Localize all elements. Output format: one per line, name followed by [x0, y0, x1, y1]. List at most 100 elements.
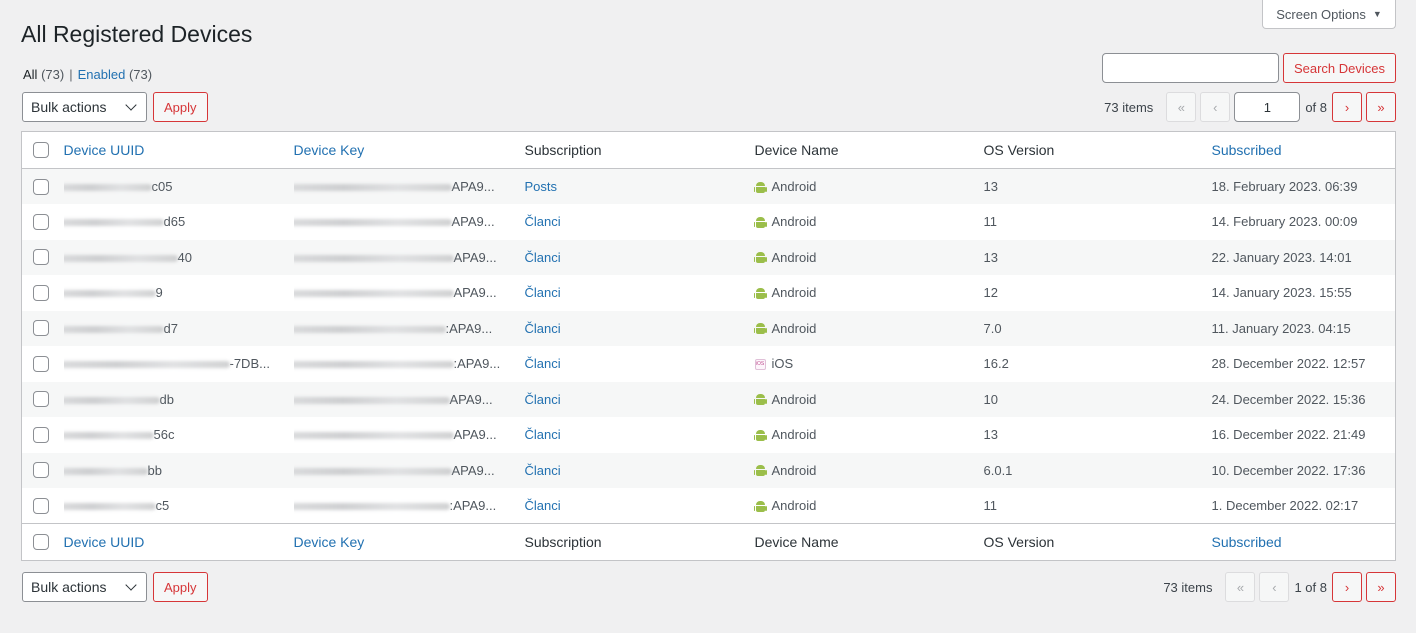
- row-checkbox[interactable]: [33, 426, 49, 443]
- view-enabled-link[interactable]: Enabled (73): [78, 67, 152, 82]
- subscribed-date: 10. December 2022. 17:36: [1211, 462, 1366, 478]
- device-uuid-cell: d65: [63, 204, 294, 240]
- last-page-button-bottom[interactable]: »: [1366, 572, 1396, 602]
- items-count: 73 items: [1104, 99, 1154, 115]
- current-page-input[interactable]: [1234, 92, 1301, 122]
- subscription-link[interactable]: Članci: [525, 498, 561, 513]
- footer-column-device-uuid[interactable]: Device UUID: [64, 534, 145, 550]
- subscription-link[interactable]: Posts: [525, 179, 558, 194]
- screen-options-label: Screen Options: [1276, 6, 1366, 22]
- subscription-link[interactable]: Članci: [525, 250, 561, 265]
- chevron-down-icon: [125, 579, 137, 591]
- column-device-key[interactable]: Device Key: [294, 142, 365, 158]
- view-enabled-label: Enabled: [77, 67, 126, 82]
- device-name-cell: Android: [753, 275, 984, 311]
- caret-down-icon: ▼: [1372, 9, 1382, 19]
- apply-button[interactable]: Apply: [153, 92, 208, 122]
- subscribed-date: 1. December 2022. 02:17: [1211, 498, 1359, 513]
- device-key-cell: :APA9...: [293, 311, 525, 347]
- view-all-link[interactable]: All (73): [23, 67, 64, 82]
- row-checkbox[interactable]: [33, 213, 49, 230]
- redacted-uuid: [63, 396, 160, 404]
- android-icon: [753, 287, 767, 300]
- subscription-link[interactable]: Članci: [525, 356, 561, 371]
- device-name-cell: Android: [753, 169, 984, 205]
- select-all-checkbox-footer[interactable]: [33, 534, 49, 550]
- table-row: bb APA9... Članci Android 6.0.1 10. Dece…: [21, 452, 1396, 489]
- search-devices-button[interactable]: Search Devices: [1282, 53, 1396, 83]
- device-key-cell: APA9...: [293, 169, 525, 205]
- subscription-link[interactable]: Članci: [525, 427, 561, 442]
- table-row: c05 APA9... Posts Android 13 18. Februar…: [21, 168, 1396, 205]
- last-page-button[interactable]: »: [1366, 92, 1396, 122]
- device-key-cell: APA9...: [293, 204, 525, 240]
- row-checkbox[interactable]: [33, 462, 49, 479]
- row-checkbox[interactable]: [33, 284, 49, 301]
- table-row: 56c APA9... Članci Android 13 16. Decemb…: [22, 417, 1396, 453]
- column-device-uuid[interactable]: Device UUID: [64, 142, 145, 158]
- pagination-top: 73 items « ‹ of 8 › »: [1104, 92, 1396, 122]
- redacted-uuid: [63, 467, 148, 475]
- row-checkbox[interactable]: [33, 391, 49, 408]
- android-icon: [753, 429, 767, 442]
- device-uuid-tail: 56c: [153, 427, 175, 443]
- subscription-link[interactable]: Članci: [525, 392, 561, 407]
- search-input[interactable]: [1101, 53, 1279, 83]
- view-filters: All (73) | Enabled (73): [23, 67, 152, 82]
- select-all-checkbox[interactable]: [33, 142, 49, 158]
- android-icon: [753, 181, 767, 194]
- os-version: 10: [983, 391, 998, 407]
- device-key-cell: APA9...: [293, 275, 525, 311]
- subscription-link[interactable]: Članci: [525, 463, 561, 478]
- subscription-link[interactable]: Članci: [525, 285, 561, 300]
- row-checkbox[interactable]: [33, 178, 49, 195]
- device-key-cell: :APA9...: [293, 346, 525, 382]
- device-key-cell: APA9...: [293, 382, 525, 418]
- footer-column-subscribed[interactable]: Subscribed: [1212, 534, 1282, 550]
- device-name: Android: [771, 462, 817, 478]
- pagination-bottom: 73 items « ‹ 1 of 8 › »: [1163, 572, 1396, 602]
- column-subscribed[interactable]: Subscribed: [1212, 142, 1282, 158]
- device-key-tail: APA9...: [451, 462, 495, 478]
- row-checkbox[interactable]: [33, 355, 49, 372]
- device-uuid-tail: 40: [177, 249, 192, 265]
- table-header-row: Device UUID Device Key Subscription Devi…: [21, 132, 1396, 169]
- column-os-version: OS Version: [983, 142, 1055, 158]
- subscription-link[interactable]: Članci: [525, 214, 561, 229]
- total-pages: of 8: [1305, 99, 1327, 115]
- table-footer-row: Device UUID Device Key Subscription Devi…: [21, 523, 1396, 561]
- subscription-link[interactable]: Članci: [525, 321, 561, 336]
- bulk-actions-select-bottom[interactable]: Bulk actions: [22, 572, 147, 602]
- screen-options-button[interactable]: Screen Options ▼: [1262, 0, 1396, 29]
- footer-column-device-key[interactable]: Device Key: [294, 534, 365, 550]
- next-page-button-bottom[interactable]: ›: [1332, 572, 1362, 602]
- device-name: Android: [771, 179, 817, 194]
- next-page-button[interactable]: ›: [1332, 92, 1362, 122]
- device-key-tail: :APA9...: [453, 356, 501, 372]
- bulk-actions-select[interactable]: Bulk actions: [22, 92, 147, 122]
- subscribed-date: 14. February 2023. 00:09: [1211, 214, 1358, 230]
- device-uuid-cell: -7DB...: [63, 346, 294, 382]
- device-name-cell: Android: [753, 240, 984, 276]
- redacted-uuid: [63, 325, 164, 333]
- redacted-key: [293, 254, 454, 262]
- first-page-button-bottom: «: [1225, 572, 1256, 602]
- page-indicator-bottom: 1 of 8: [1294, 579, 1327, 595]
- android-icon: [753, 216, 767, 229]
- device-uuid-tail: d7: [163, 320, 178, 336]
- row-checkbox[interactable]: [33, 320, 49, 337]
- device-key-tail: APA9...: [453, 249, 497, 265]
- view-all-label: All: [23, 67, 38, 82]
- row-checkbox[interactable]: [33, 497, 49, 514]
- subscribed-date: 24. December 2022. 15:36: [1211, 391, 1366, 407]
- subscribed-date: 11. January 2023. 04:15: [1211, 320, 1351, 336]
- device-uuid-cell: c5: [63, 488, 294, 524]
- device-uuid-cell: bb: [63, 453, 294, 489]
- table-row: db APA9... Članci Android 10 24. Decembe…: [21, 381, 1396, 418]
- os-version: 6.0.1: [983, 462, 1013, 478]
- row-checkbox[interactable]: [33, 249, 49, 266]
- device-name: Android: [771, 285, 817, 301]
- apply-button-bottom[interactable]: Apply: [153, 572, 208, 602]
- os-version: 12: [983, 285, 998, 301]
- view-all-count: (73): [41, 67, 65, 82]
